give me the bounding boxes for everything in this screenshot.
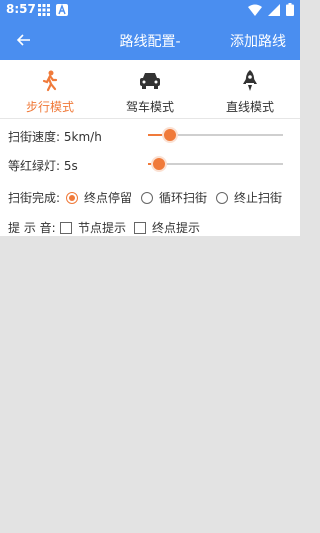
signal-icon: [268, 3, 280, 16]
divider: [0, 118, 300, 119]
radio-circle: [141, 191, 153, 204]
radio-end-stay[interactable]: 终点停留: [66, 189, 132, 206]
speed-slider[interactable]: [148, 127, 283, 143]
checkbox-box: [134, 221, 146, 234]
sound-label: 提 示 音:: [8, 221, 56, 235]
traffic-light-label: 等红绿灯: 5s: [8, 159, 78, 173]
speed-row: 扫街速度: 5km/h: [8, 125, 298, 145]
finish-label: 扫街完成:: [8, 191, 61, 205]
checkbox-end-hint-label: 终点提示: [152, 221, 201, 235]
radio-circle: [216, 191, 228, 204]
walking-person-icon: [42, 70, 58, 92]
tab-walk-label: 步行模式: [25, 100, 74, 114]
radio-stop-label: 终止扫街: [234, 191, 283, 205]
tab-drive-label: 驾车模式: [125, 100, 174, 114]
mode-tabs: 步行模式 驾车模式 直线模式: [0, 60, 300, 116]
radio-circle: [66, 191, 78, 204]
checkbox-node-hint[interactable]: 节点提示: [60, 219, 126, 236]
sound-row: 提 示 音: 节点提示 终点提示: [8, 216, 298, 236]
tab-straight-label: 直线模式: [225, 100, 274, 114]
app-bar: 路线配置- 添加路线: [0, 20, 300, 60]
rocket-icon: [243, 70, 257, 91]
speed-label: 扫街速度: 5km/h: [8, 130, 102, 144]
traffic-light-slider[interactable]: [148, 156, 283, 172]
add-route-button[interactable]: 添加路线: [230, 31, 286, 51]
speed-slider-handle[interactable]: [162, 127, 178, 143]
battery-icon: [286, 3, 294, 16]
traffic-light-slider-handle[interactable]: [151, 156, 167, 172]
radio-stop[interactable]: 终止扫街: [216, 189, 282, 206]
finish-row: 扫街完成: 终点停留 循环扫街 终止扫街: [8, 186, 298, 206]
radio-end-stay-label: 终点停留: [84, 191, 133, 205]
route-config-panel: 步行模式 驾车模式 直线模式 扫街速度: 5km/h 等红绿灯: 5s 扫街完成…: [0, 60, 300, 236]
speed-value: 5km/h: [63, 130, 102, 144]
status-time: 8:57: [6, 2, 36, 16]
grid-icon: [38, 4, 50, 16]
checkbox-node-hint-label: 节点提示: [78, 221, 127, 235]
checkbox-end-hint[interactable]: 终点提示: [134, 219, 200, 236]
map-area[interactable]: [0, 236, 300, 533]
status-bar: 8:57: [0, 0, 300, 20]
checkbox-box: [60, 221, 72, 234]
tab-drive-mode[interactable]: 驾车模式: [100, 64, 200, 116]
car-icon: [140, 73, 160, 89]
wifi-icon: [248, 4, 262, 16]
radio-loop-label: 循环扫街: [159, 191, 208, 205]
traffic-light-row: 等红绿灯: 5s: [8, 154, 298, 174]
radio-loop[interactable]: 循环扫街: [141, 189, 207, 206]
traffic-light-value: 5s: [63, 159, 78, 173]
tab-walk-mode[interactable]: 步行模式: [0, 64, 100, 116]
notification-a-icon: [56, 4, 68, 16]
tab-straight-mode[interactable]: 直线模式: [200, 64, 300, 116]
